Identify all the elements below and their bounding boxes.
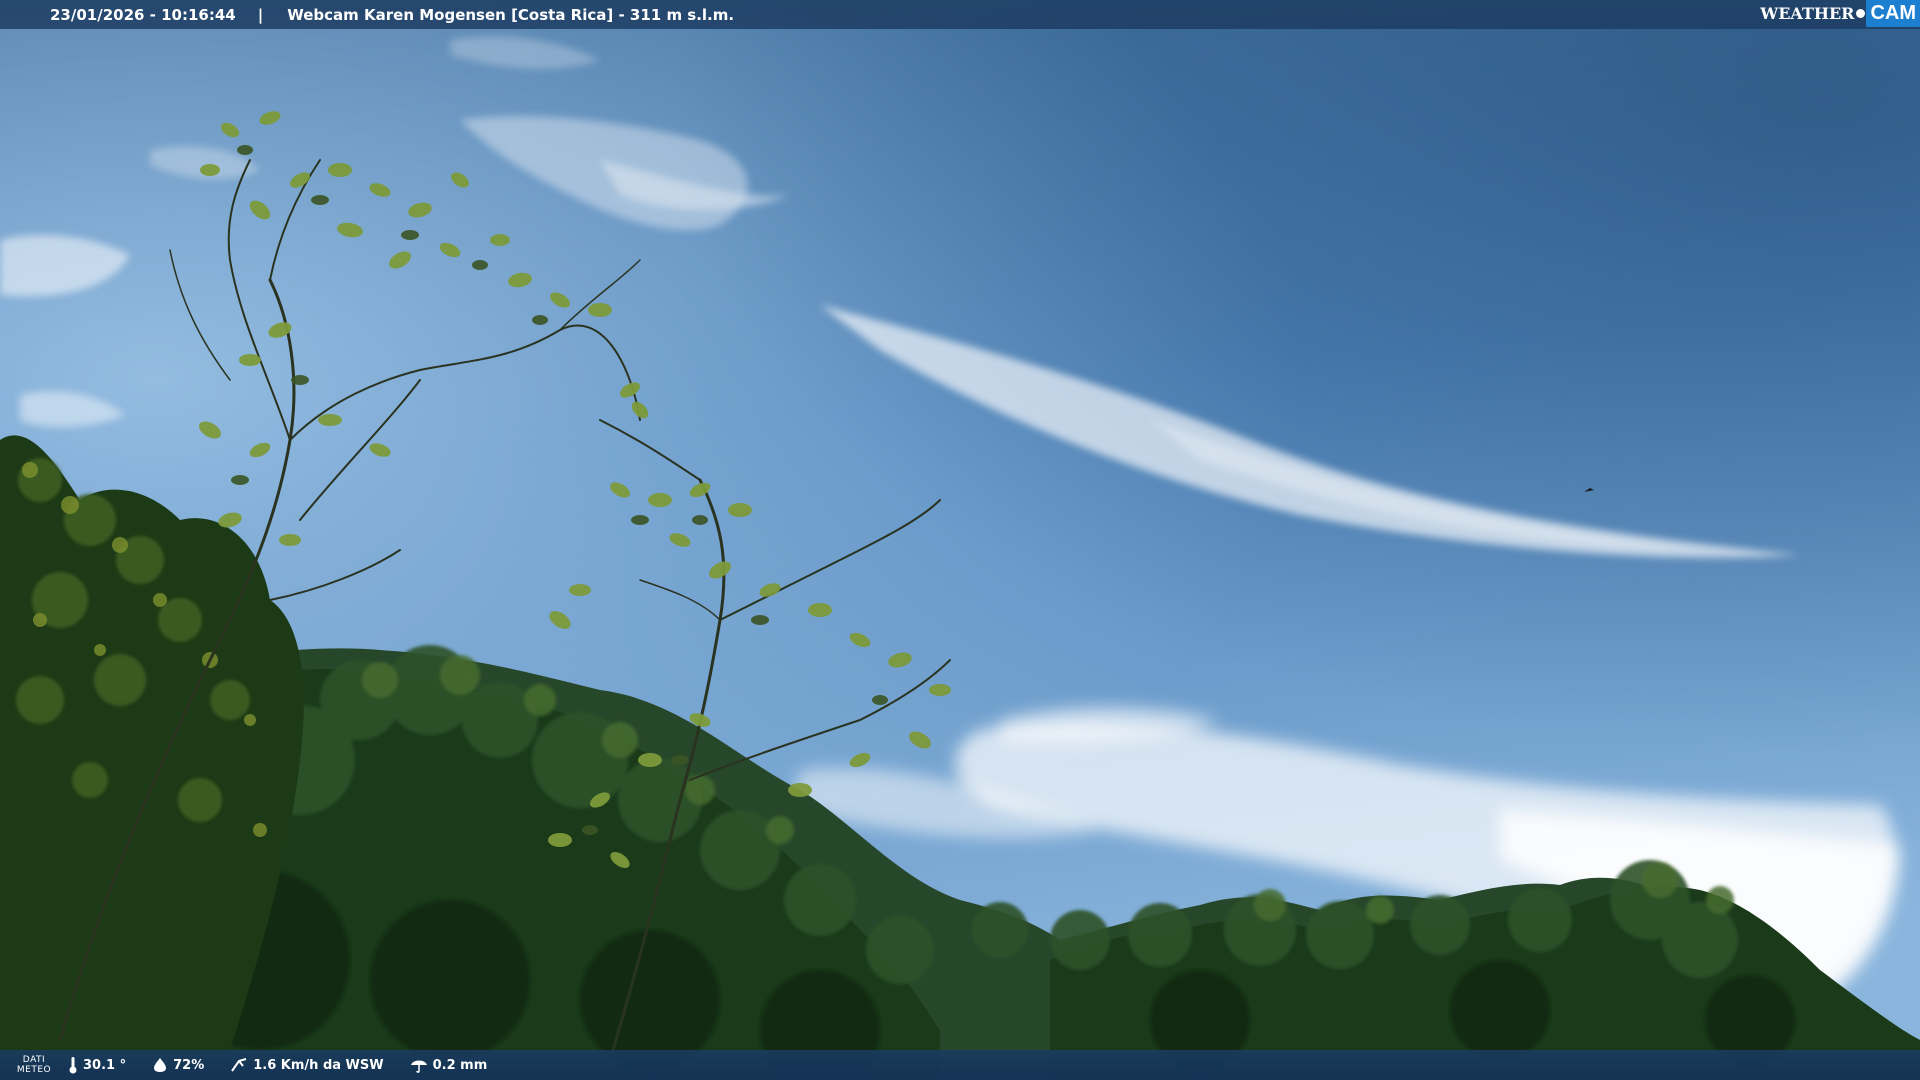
logo-text-weather: WEATHER bbox=[1760, 4, 1855, 23]
humidity-drop-icon bbox=[154, 1058, 167, 1072]
bottom-weather-bar: DATI METEO 30.1 ° 72% 1.6 Km/h da WSW 0.… bbox=[0, 1050, 1920, 1080]
wind-reading: 1.6 Km/h da WSW bbox=[230, 1057, 384, 1073]
weather-data-label-line1: DATI bbox=[22, 1055, 46, 1065]
webcam-title: Webcam Karen Mogensen [Costa Rica] - 311… bbox=[287, 5, 735, 24]
temperature-value: 30.1 ° bbox=[83, 1057, 127, 1073]
humidity-reading: 72% bbox=[152, 1057, 204, 1073]
wind-icon bbox=[231, 1058, 247, 1072]
weather-data-label: DATI METEO bbox=[0, 1055, 68, 1075]
rain-reading: 0.2 mm bbox=[410, 1057, 488, 1073]
humidity-value: 72% bbox=[173, 1057, 205, 1073]
logo-dot-icon bbox=[1856, 9, 1866, 18]
rain-value: 0.2 mm bbox=[432, 1057, 488, 1073]
rain-umbrella-icon bbox=[410, 1060, 427, 1073]
temperature-reading: 30.1 ° bbox=[68, 1056, 126, 1074]
timestamp: 23/01/2026 - 10:16:44 bbox=[50, 5, 236, 24]
weathercam-logo: WEATHER CAM bbox=[1756, 0, 1920, 27]
top-overlay-bar: 23/01/2026 - 10:16:44 | Webcam Karen Mog… bbox=[0, 0, 1920, 29]
webcam-image bbox=[0, 0, 1920, 1080]
logo-text-cam: CAM bbox=[1866, 0, 1920, 27]
wind-value: 1.6 Km/h da WSW bbox=[253, 1057, 384, 1073]
weather-data-label-line2: METEO bbox=[16, 1065, 52, 1075]
thermometer-icon bbox=[69, 1057, 77, 1074]
separator: | bbox=[257, 5, 264, 24]
webcam-frame: 23/01/2026 - 10:16:44 | Webcam Karen Mog… bbox=[0, 0, 1920, 1080]
